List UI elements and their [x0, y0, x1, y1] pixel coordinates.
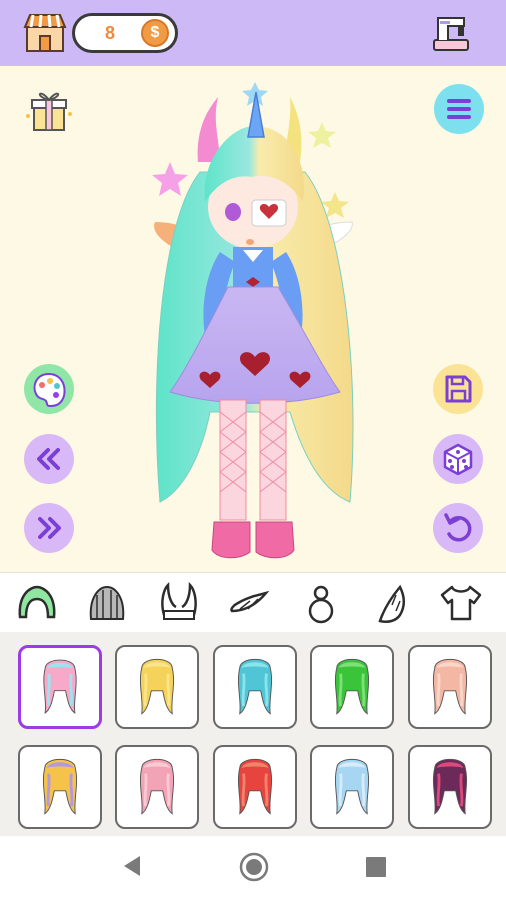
floppy-disk-icon: [445, 375, 472, 403]
next-button[interactable]: [24, 503, 74, 553]
hair-thumbnail-icon: [432, 758, 468, 815]
palette-button[interactable]: [24, 364, 74, 414]
hair-thumbnail-icon: [43, 659, 77, 714]
tab-hat[interactable]: [84, 581, 130, 625]
undo-button[interactable]: [433, 503, 483, 553]
recents-square-icon: [366, 857, 386, 877]
hair-item-card[interactable]: [310, 745, 394, 829]
save-button[interactable]: [433, 364, 483, 414]
coin-counter: 8 $: [72, 13, 178, 53]
tail-icon: [378, 584, 405, 623]
gift-box-icon: [26, 92, 72, 131]
shop-button[interactable]: [22, 9, 68, 55]
double-chevron-right-icon: [38, 517, 61, 539]
home-circle-icon: [239, 852, 269, 882]
shirt-icon: [440, 585, 482, 621]
hair-item-card[interactable]: [115, 645, 199, 729]
hair-thumbnail-icon: [334, 658, 370, 715]
tab-top[interactable]: [438, 581, 484, 625]
nav-recents-button[interactable]: [365, 856, 387, 878]
coin-icon: $: [141, 19, 169, 47]
sewing-machine-button[interactable]: [428, 10, 474, 56]
hair-thumbnail-icon: [237, 658, 273, 715]
hair-item-card[interactable]: [18, 645, 102, 729]
menu-button[interactable]: [434, 84, 484, 134]
nav-home-button[interactable]: [239, 852, 269, 882]
double-chevron-left-icon: [37, 448, 60, 470]
nav-back-button[interactable]: [120, 854, 144, 878]
dice-icon: [443, 443, 473, 476]
hair-icon: [18, 585, 56, 619]
hamburger-menu-icon: [447, 99, 471, 119]
hair-thumbnail-icon: [432, 658, 468, 715]
undo-icon: [444, 513, 472, 542]
hair-item-card[interactable]: [213, 645, 297, 729]
tab-wings[interactable]: [226, 581, 272, 625]
palette-icon: [33, 372, 66, 408]
gift-button[interactable]: [22, 86, 76, 134]
character-illustration: [152, 82, 354, 559]
tab-tail[interactable]: [370, 581, 416, 625]
hair-item-card[interactable]: [310, 645, 394, 729]
tab-horns[interactable]: [156, 581, 202, 625]
hair-thumbnail-icon: [139, 658, 175, 715]
horns-icon: [161, 581, 197, 620]
hair-item-card[interactable]: [408, 745, 492, 829]
back-triangle-icon: [124, 856, 140, 876]
hair-thumbnail-icon: [237, 758, 273, 815]
hair-item-card[interactable]: [18, 745, 102, 829]
tab-body[interactable]: [298, 581, 344, 625]
body-icon: [308, 585, 334, 624]
coin-count: 8: [104, 23, 115, 43]
previous-button[interactable]: [24, 434, 74, 484]
shop-icon: [23, 14, 67, 52]
beanie-icon: [89, 585, 125, 620]
tab-hair[interactable]: [14, 581, 60, 625]
sewing-machine-icon: [433, 17, 469, 51]
hair-item-card[interactable]: [408, 645, 492, 729]
hair-item-card[interactable]: [213, 745, 297, 829]
wing-icon: [230, 590, 270, 613]
hair-thumbnail-icon: [334, 758, 370, 815]
hair-thumbnail-icon: [42, 758, 78, 815]
hair-thumbnail-icon: [139, 758, 175, 815]
random-button[interactable]: [433, 434, 483, 484]
category-bar: [0, 572, 506, 632]
dressed-character[interactable]: [140, 82, 366, 572]
hair-item-card[interactable]: [115, 745, 199, 829]
